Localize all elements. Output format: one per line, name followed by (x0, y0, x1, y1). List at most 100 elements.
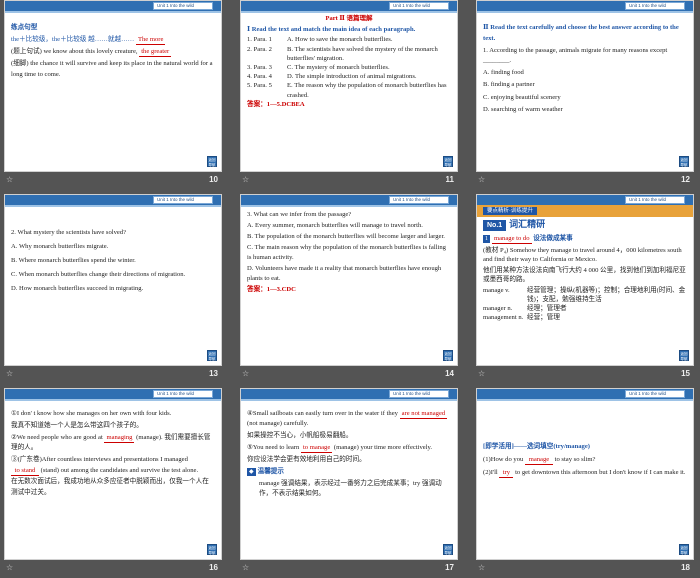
slide-thumbnail-13[interactable]: Unit 1 Into the wild 2. What mystery the… (4, 194, 222, 384)
nav-return-button[interactable]: 返回 导航 (207, 544, 217, 555)
answer-text: 答案：1—5.DCBEA (247, 100, 305, 108)
nav-return-button[interactable]: 返回 导航 (679, 544, 689, 555)
sentence-translation: 如果操控不当心，小帆船极易翻船。 (247, 432, 353, 440)
para-label: 5. Para. 5 (247, 82, 272, 90)
slide-header-bar: Unit 1 Into the wild (241, 195, 457, 207)
option-b: B. The population of the monarch butterf… (247, 233, 445, 241)
slide-header-bar: Unit 1 Into the wild (5, 1, 221, 13)
main-idea: C. The mystery of monarch butterflies. (287, 64, 390, 72)
instruction-text: Ⅱ Read the text carefully and choose the… (483, 24, 679, 42)
sentence-text: ⑤You need to learn (247, 444, 300, 452)
option-c: C. When monarch butterflies change their… (11, 271, 186, 278)
target-phrase: manage to do (492, 235, 532, 245)
answer-text: 答案：1—3.CDC (247, 285, 296, 293)
star-icon[interactable]: ☆ (242, 563, 249, 572)
slide-header-bar: Unit 1 Into the wild (477, 1, 693, 13)
page-number: 17 (445, 563, 454, 572)
page-number: 11 (445, 175, 454, 184)
option-d: D. searching of warm weather (483, 105, 563, 113)
slide-header-bar: Unit 1 Into the wild (5, 389, 221, 401)
slide-thumbnail-11[interactable]: Unit 1 Into the wild Part Ⅱ 语篇理解 Ⅰ Read … (240, 0, 458, 190)
star-icon[interactable]: ☆ (6, 563, 13, 572)
star-icon[interactable]: ☆ (478, 175, 485, 184)
sentence-translation: 我真不知道她一个人是怎么带这四个孩子的。 (11, 421, 143, 429)
nav-return-button[interactable]: 返回 导航 (207, 350, 217, 361)
para-label: 4. Para. 4 (247, 73, 272, 81)
star-icon[interactable]: ☆ (6, 369, 13, 378)
slide-thumbnail-12[interactable]: Unit 1 Into the wild Ⅱ Read the text car… (476, 0, 694, 190)
answer-blank: are not managed (399, 410, 448, 419)
page-number: 18 (681, 563, 690, 572)
option-d: D. How monarch butterflies succeed in mi… (11, 285, 144, 292)
nav-return-button[interactable]: 返回 导航 (207, 156, 217, 167)
sentence-text: (1)How do you (483, 456, 524, 463)
section-heading: 练点句型 (11, 24, 38, 31)
question-text: 2. What mystery the scientists have solv… (11, 229, 127, 236)
definition-row: management n. 经营；管理 (483, 313, 687, 322)
page-number: 10 (209, 175, 218, 184)
slide-card: Unit 1 Into the wild [即学活用]——选词填空(try/ma… (476, 388, 694, 560)
slide-header-bar: Unit 1 Into the wild (477, 195, 693, 207)
sentence-text: (stand) out among the candidates and sur… (40, 466, 199, 474)
star-icon[interactable]: ☆ (478, 369, 485, 378)
slide-footer: ☆ 15 (476, 368, 694, 382)
slide-thumbnail-10[interactable]: Unit 1 Into the wild 练点句型 the＋比较级，the＋比较… (4, 0, 222, 190)
unit-label: Unit 1 Into the wild (389, 390, 449, 398)
no1-badge: No.1 (483, 220, 507, 232)
sentence-text: (2)I'll (483, 469, 498, 476)
para-label: 2. Para. 2 (247, 45, 272, 53)
sentence-text: to get downtown this afternoon but I don… (515, 469, 686, 476)
option-a: A. Why monarch butterflies migrate. (11, 243, 109, 250)
answer-blank: to manage (300, 444, 333, 454)
slide-footer: ☆ 10 (4, 174, 222, 188)
option-a: A. Every summer, monarch butterflies wil… (247, 222, 423, 230)
page-number: 12 (681, 175, 690, 184)
sentence-text: (not manage) carefully. (247, 420, 309, 428)
slide-thumbnail-17[interactable]: Unit 1 Into the wild ④Small sailboats ca… (240, 388, 458, 578)
nav-return-button[interactable]: 返回 导航 (679, 350, 689, 361)
nav-return-button[interactable]: 返回 导航 (443, 544, 453, 555)
slide-header-bar: Unit 1 Into the wild (5, 195, 221, 207)
star-icon[interactable]: ☆ (242, 369, 249, 378)
option-c: C. The main reason why the population of… (247, 244, 446, 261)
slide-thumbnail-14[interactable]: Unit 1 Into the wild 3. What can we infe… (240, 194, 458, 384)
slide-thumbnail-18[interactable]: Unit 1 Into the wild [即学活用]——选词填空(try/ma… (476, 388, 694, 578)
instruction-text: Ⅰ Read the text and match the main idea … (247, 25, 416, 33)
option-d: D. Volunteers have made it a reality tha… (247, 264, 442, 282)
match-row: 2. Para. 2 B. The scientists have solved … (247, 45, 451, 63)
slide-thumbnail-16[interactable]: Unit 1 Into the wild ①I don' t know how … (4, 388, 222, 578)
unit-label: Unit 1 Into the wild (625, 2, 685, 10)
slide-card: Unit 1 Into the wild Ⅱ Read the text car… (476, 0, 694, 172)
option-b: B. finding a partner (483, 81, 535, 89)
section-banner-label: 要点精析·训练提升 (483, 207, 537, 215)
section-title: 词汇精研 (509, 220, 546, 230)
definition-row: manager n. 经理；管理者 (483, 304, 687, 313)
para-label: 1. Para. 1 (247, 36, 272, 44)
unit-label: Unit 1 Into the wild (625, 390, 685, 398)
page-number: 15 (681, 369, 690, 378)
unit-label: Unit 1 Into the wild (153, 2, 213, 10)
tip-text: manage 强调结果，表示经过一番努力之后完成某事；try 强调动作，不表示结… (259, 479, 442, 498)
slide-header-bar: Unit 1 Into the wild (477, 389, 693, 401)
slide-footer: ☆ 17 (240, 562, 458, 576)
sentence-text: ①I don' t know how she manages on her ow… (11, 410, 172, 417)
word-form: manager n. (483, 304, 513, 312)
nav-return-button[interactable]: 返回 导航 (443, 156, 453, 167)
example-translation: 他们用某种方法设法向南飞行大约 4 000 公里，找到他们到加利福尼亚或墨西哥的… (483, 266, 686, 283)
star-icon[interactable]: ☆ (6, 175, 13, 184)
page-number: 16 (209, 563, 218, 572)
main-idea: D. The simple introduction of animal mig… (287, 73, 417, 81)
option-c: C. enjoying beautiful scenery (483, 93, 561, 101)
nav-return-button[interactable]: 返回 导航 (443, 350, 453, 361)
nav-return-button[interactable]: 返回 导航 (679, 156, 689, 167)
slide-footer: ☆ 14 (240, 368, 458, 382)
slide-card: Unit 1 Into the wild 3. What can we infe… (240, 194, 458, 366)
phrase-meaning: 设法做成某事 (533, 235, 573, 243)
star-icon[interactable]: ☆ (242, 175, 249, 184)
page-number: 14 (445, 369, 454, 378)
match-row: 4. Para. 4 D. The simple introduction of … (247, 72, 451, 81)
slide-thumbnail-15[interactable]: Unit 1 Into the wild 要点精析·训练提升 No.1 词汇精研 … (476, 194, 694, 384)
page-number: 13 (209, 369, 218, 378)
unit-label: Unit 1 Into the wild (153, 390, 213, 398)
star-icon[interactable]: ☆ (478, 563, 485, 572)
